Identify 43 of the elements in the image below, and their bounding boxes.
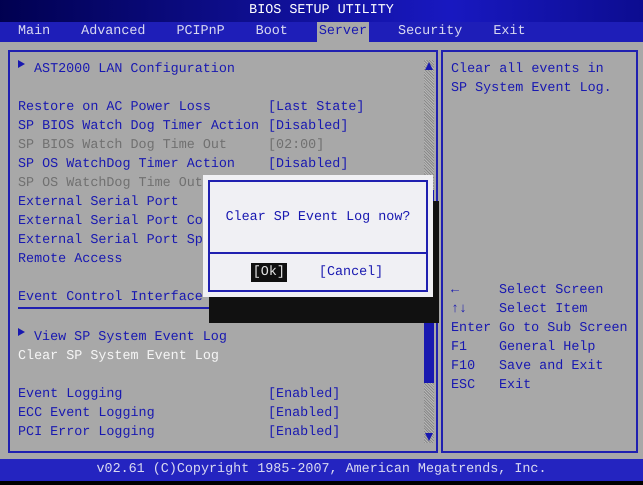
submenu-item[interactable]: AST2000 LAN Configuration	[34, 60, 235, 79]
dialog-button[interactable]: [Ok]	[250, 262, 287, 282]
copyright-bar: v02.61 (C)Copyright 1985-2007, American Megatrends, Inc.	[0, 459, 643, 481]
key-name: Enter	[451, 320, 492, 338]
menu-tab[interactable]: Main	[16, 22, 52, 42]
menu-tab[interactable]: Advanced	[79, 22, 148, 42]
submenu-item[interactable]: View SP System Event Log	[34, 328, 227, 347]
submenu-arrow-icon	[18, 60, 25, 68]
key-name: F1	[451, 339, 468, 357]
submenu-arrow-icon	[18, 328, 25, 336]
key-action: Select Item	[499, 302, 588, 317]
key-action: Select Screen	[499, 283, 604, 298]
setting-label[interactable]: Event Logging	[18, 385, 268, 404]
setting-value[interactable]: [Disabled]	[268, 117, 348, 136]
setting-label[interactable]: ECC Event Logging	[18, 404, 268, 423]
menu-tab[interactable]: Security	[396, 22, 464, 42]
help-text: SP System Event Log.	[451, 80, 613, 98]
dialog-message: Clear SP Event Log now?	[226, 208, 410, 226]
section-heading: Event Control Interface	[18, 289, 203, 307]
menu-tab[interactable]: Exit	[491, 22, 528, 42]
setting-label[interactable]: SP OS WatchDog Timer Action	[18, 155, 268, 174]
setting-label[interactable]: Restore on AC Power Loss	[18, 98, 268, 117]
key-action: Exit	[499, 378, 532, 393]
setting-value[interactable]: [Disabled]	[268, 155, 348, 174]
setting-value[interactable]: [Last State]	[268, 98, 364, 117]
key-name: F10	[451, 358, 476, 376]
menu-tab[interactable]: Server	[316, 22, 370, 42]
setting-label[interactable]: SP BIOS Watch Dog Timer Action	[18, 117, 268, 136]
setting-label[interactable]: PCI Error Logging	[18, 423, 268, 442]
help-text: Clear all events in	[451, 61, 605, 79]
menu-tab[interactable]: Boot	[254, 22, 290, 42]
key-action: Save and Exit	[499, 359, 604, 374]
key-action: General Help	[499, 340, 596, 355]
dialog-button[interactable]: [Cancel]	[316, 262, 386, 282]
key-name: ESC	[451, 377, 476, 395]
setting-value[interactable]: [Enabled]	[268, 404, 340, 423]
key-name: ←	[451, 282, 460, 300]
setting-value[interactable]: [Enabled]	[268, 423, 340, 442]
setting-value[interactable]: [Enabled]	[268, 385, 340, 404]
key-name: ↑↓	[451, 301, 468, 319]
window-title: BIOS SETUP UTILITY	[0, 0, 643, 22]
key-action: Go to Sub Screen	[499, 321, 628, 336]
menu-tab[interactable]: PCIPnP	[174, 22, 227, 42]
